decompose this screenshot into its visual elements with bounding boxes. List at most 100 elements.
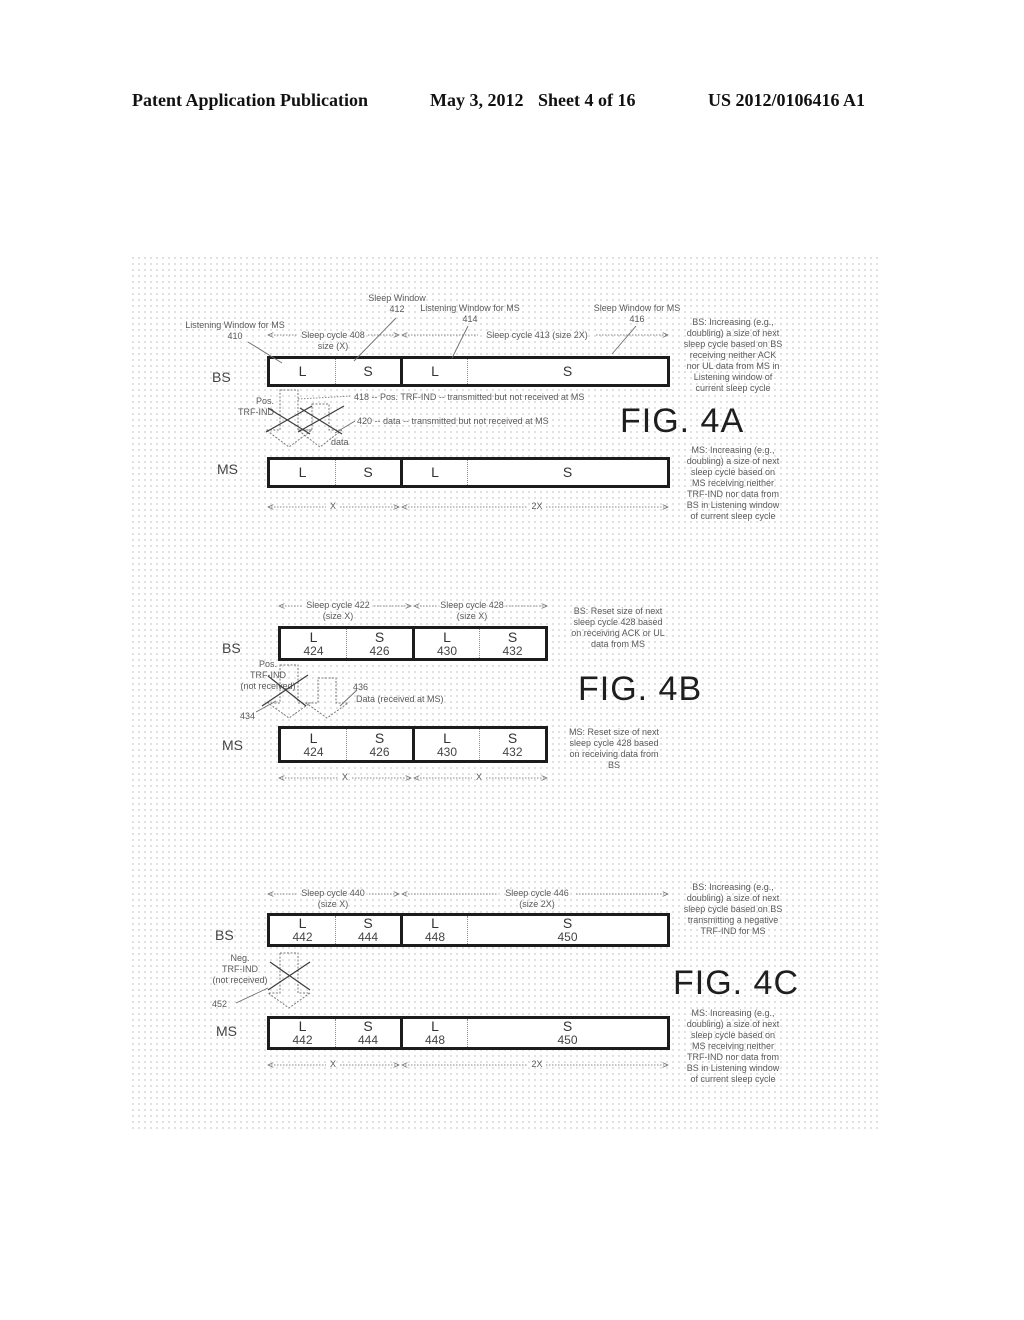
ms-behavior-note: MS: Reset size of next sleep cycle 428 b… — [568, 727, 660, 770]
ms-sleep-cell: S 426 — [346, 729, 412, 760]
cell-letter: S — [562, 1018, 573, 1034]
ms-listening-cell: L 430 — [412, 729, 479, 760]
bs-listening-cell: L 442 — [270, 916, 335, 944]
bs-listening-cell: L — [400, 359, 467, 384]
label-452: 452 — [212, 999, 228, 1009]
cell-number: 430 — [436, 643, 458, 658]
label-pos-trf-ind: Pos. TRF-IND — [238, 396, 274, 417]
patent-number: US 2012/0106416 A1 — [708, 90, 866, 110]
cell-letter: L — [309, 729, 318, 746]
ms-sleep-cell: S — [335, 460, 400, 485]
cell-number: 426 — [369, 643, 390, 658]
cell-letter: L — [443, 729, 451, 746]
label-436: 436 — [353, 682, 369, 692]
cell-number: 432 — [502, 643, 523, 658]
label-neg-trf-ind: Neg. TRF-IND (not received) — [212, 953, 268, 985]
ms-listening-cell: L 448 — [400, 1019, 467, 1047]
label-pos-trf-ind: Pos. TRF-IND (not received) — [240, 659, 296, 691]
cell-number: 424 — [303, 744, 324, 759]
cell-letter: L — [431, 464, 439, 480]
publication-label: Patent Application Publication — [132, 90, 369, 110]
bs-label: BS — [215, 927, 234, 943]
cell-letter: S — [363, 1018, 373, 1034]
label-434: 434 — [240, 711, 256, 721]
label-sleep-cycle-408: Sleep cycle 408 size (X) — [301, 330, 365, 351]
sheet-number: Sheet 4 of 16 — [538, 90, 636, 110]
cell-letter: S — [363, 363, 373, 379]
bs-sleep-cell: S 432 — [479, 629, 545, 658]
ms-behavior-note: MS: Increasing (e.g., doubling) a size o… — [686, 445, 780, 521]
ms-label: MS — [216, 1023, 237, 1039]
ms-sleep-cell: S — [467, 460, 667, 485]
label-sleep-cycle-440: Sleep cycle 440 (size X) — [301, 888, 365, 909]
cell-number: 450 — [557, 1033, 578, 1047]
bs-label: BS — [212, 369, 231, 385]
cell-number: 442 — [292, 930, 313, 944]
label-listening-window-414: Listening Window for MS 414 — [420, 303, 520, 324]
figure-title: FIG. 4C — [673, 964, 800, 1002]
bs-sleep-cell: S 426 — [346, 629, 412, 658]
bs-label: BS — [222, 640, 241, 656]
bs-sleep-cell: S 444 — [335, 916, 400, 944]
cell-letter: L — [298, 464, 307, 480]
cell-letter: L — [298, 915, 307, 931]
ms-label: MS — [222, 737, 243, 753]
label-data: data — [331, 437, 349, 447]
dimension-label: X — [329, 1059, 336, 1069]
cell-letter: S — [507, 628, 518, 645]
cell-letter: S — [562, 464, 573, 480]
cell-letter: S — [363, 915, 373, 931]
bs-timeline-bar: L 424 S 426 L 430 S 432 — [278, 626, 548, 661]
label-sleep-cycle-446: Sleep cycle 446 (size 2X) — [505, 888, 569, 909]
label-listening-window-410: Listening Window for MS 410 — [185, 320, 285, 341]
ms-sleep-cell: S 432 — [479, 729, 545, 760]
label-sleep-cycle-413: Sleep cycle 413 (size 2X) — [486, 330, 588, 340]
bs-behavior-note: BS: Reset size of next sleep cycle 428 b… — [571, 606, 665, 649]
dimension-label: 2X — [531, 1059, 543, 1069]
bs-behavior-note: BS: Increasing (e.g., doubling) a size o… — [683, 317, 783, 393]
cell-letter: L — [431, 363, 439, 379]
ms-listening-cell: L 442 — [270, 1019, 335, 1047]
bs-listening-cell: L 424 — [281, 629, 346, 658]
ms-behavior-note: MS: Increasing (e.g., doubling) a size o… — [686, 1008, 780, 1084]
cell-letter: S — [374, 729, 385, 746]
cell-letter: S — [562, 915, 573, 931]
cell-letter: S — [507, 729, 518, 746]
cell-letter: S — [562, 363, 573, 379]
figure-title: FIG. 4B — [578, 670, 703, 708]
bs-sleep-cell: S — [335, 359, 400, 384]
figure-title: FIG. 4A — [620, 402, 745, 440]
dimension-label: 2X — [531, 501, 543, 511]
cell-number: 424 — [303, 643, 324, 658]
cell-letter: L — [309, 628, 318, 645]
cell-number: 448 — [424, 930, 446, 944]
dimension-label: X — [475, 772, 482, 782]
publication-date: May 3, 2012 — [430, 90, 524, 110]
ms-listening-cell: L — [270, 460, 335, 485]
cell-letter: L — [298, 1018, 307, 1034]
bs-timeline-bar: L 442 S 444 L 448 S 450 — [267, 913, 670, 947]
cell-number: 450 — [557, 930, 578, 944]
cell-letter: L — [431, 915, 439, 931]
label-sleep-cycle-428: Sleep cycle 428 (size X) — [440, 600, 504, 621]
bs-sleep-cell: S 450 — [467, 916, 667, 944]
cell-number: 430 — [436, 744, 458, 759]
cell-number: 444 — [357, 1033, 379, 1047]
cell-letter: S — [363, 464, 373, 480]
dimension-label: X — [329, 501, 336, 511]
bs-listening-cell: L — [270, 359, 335, 384]
cell-letter: L — [443, 628, 451, 645]
ms-timeline-bar: L S L S — [267, 457, 670, 488]
ms-timeline-bar: L 442 S 444 L 448 S 450 — [267, 1016, 670, 1050]
label-420: 420 -- data -- transmitted but not recei… — [357, 416, 549, 426]
cell-letter: S — [374, 628, 385, 645]
label-data-received: Data (received at MS) — [356, 694, 444, 704]
ms-sleep-cell: S 450 — [467, 1019, 667, 1047]
label-sleep-cycle-422: Sleep cycle 422 (size X) — [306, 600, 370, 621]
ms-listening-cell: L 424 — [281, 729, 346, 760]
cell-number: 426 — [369, 744, 390, 759]
ms-sleep-cell: S 444 — [335, 1019, 400, 1047]
cell-number: 432 — [502, 744, 523, 759]
cell-letter: L — [298, 363, 307, 379]
patent-sheet: Patent Application Publication May 3, 20… — [0, 0, 1024, 1320]
